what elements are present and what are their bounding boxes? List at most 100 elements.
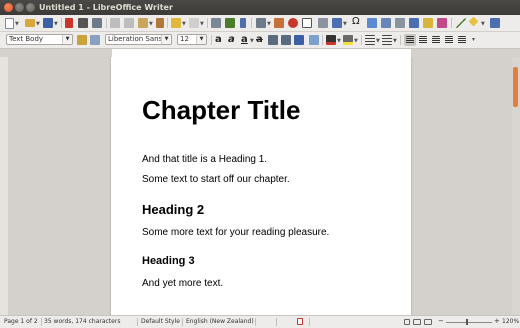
highlighting-icon[interactable] — [343, 35, 353, 45]
endnote-icon[interactable] — [395, 18, 405, 28]
underline-icon[interactable]: a — [241, 34, 248, 45]
superscript-icon[interactable] — [268, 35, 278, 45]
update-style-icon[interactable] — [77, 35, 87, 45]
numbered-list-icon[interactable] — [382, 35, 392, 45]
language[interactable]: English (New Zealand) — [186, 316, 254, 327]
save-icon[interactable] — [43, 18, 53, 28]
paragraph: Some text to start off our chapter. — [142, 174, 290, 185]
zoom-out-icon[interactable]: − — [438, 316, 444, 327]
page-count[interactable]: Page 1 of 2 — [4, 316, 38, 327]
spelling-icon[interactable] — [225, 18, 235, 28]
font-name-combo[interactable]: Liberation Sans ▼ — [105, 34, 172, 45]
insert-textbox-icon[interactable] — [302, 18, 312, 28]
chevron-down-icon[interactable]: ▼ — [161, 35, 171, 44]
chevron-down-icon[interactable]: ▼ — [62, 35, 72, 44]
insert-chart-icon[interactable] — [288, 18, 298, 28]
hyperlink-icon[interactable] — [367, 18, 377, 28]
zoom-slider[interactable] — [446, 322, 492, 323]
strikethrough-icon[interactable]: a — [256, 34, 263, 45]
bullet-dropdown-icon[interactable]: ▼ — [376, 38, 380, 44]
field-dropdown-icon[interactable]: ▼ — [343, 21, 347, 27]
close-window-button[interactable] — [4, 3, 13, 12]
font-size-value: 12 — [180, 35, 189, 43]
basic-shapes-icon[interactable] — [468, 16, 479, 27]
page-break-icon[interactable] — [318, 18, 328, 28]
insert-table-icon[interactable] — [256, 18, 266, 28]
save-dropdown-icon[interactable]: ▼ — [54, 21, 58, 27]
scrollbar-thumb[interactable] — [513, 67, 518, 107]
export-pdf-icon[interactable] — [65, 18, 73, 28]
new-dropdown-icon[interactable]: ▼ — [15, 21, 19, 27]
open-dropdown-icon[interactable]: ▼ — [36, 21, 40, 27]
status-bar: Page 1 of 2 35 words, 174 characters Def… — [0, 315, 520, 328]
chapter-title-heading: Chapter Title — [142, 95, 301, 125]
align-center-icon[interactable] — [419, 36, 427, 44]
clear-formatting-icon[interactable] — [309, 35, 319, 45]
print-icon[interactable] — [78, 18, 88, 28]
comment-icon[interactable] — [423, 18, 433, 28]
clone-formatting-icon[interactable] — [156, 18, 164, 28]
footnote-icon[interactable] — [381, 18, 391, 28]
open-folder-icon[interactable] — [25, 19, 35, 27]
undo-dropdown-icon[interactable]: ▼ — [182, 21, 186, 27]
insert-field-icon[interactable] — [332, 18, 342, 28]
document-modified-icon[interactable] — [297, 318, 303, 325]
zoom-level[interactable]: 120% — [502, 316, 519, 327]
zoom-slider-handle[interactable] — [466, 319, 468, 325]
new-style-icon[interactable] — [90, 35, 100, 45]
draw-functions-icon[interactable] — [490, 18, 500, 28]
paragraph: And that title is a Heading 1. — [142, 154, 268, 165]
paragraph-style-combo[interactable]: Text Body ▼ — [6, 34, 73, 45]
bookmark-icon[interactable] — [409, 18, 419, 28]
paste-icon[interactable] — [138, 18, 148, 28]
track-changes-icon[interactable] — [437, 18, 447, 28]
table-dropdown-icon[interactable]: ▼ — [267, 21, 271, 27]
maximize-window-button[interactable] — [26, 3, 35, 12]
insert-line-icon[interactable] — [456, 18, 466, 28]
formatting-marks-icon[interactable] — [240, 18, 246, 28]
single-page-view-icon[interactable] — [404, 319, 410, 325]
font-size-combo[interactable]: 12 ▼ — [177, 34, 207, 45]
shadow-icon[interactable] — [294, 35, 304, 45]
line-spacing-icon[interactable] — [458, 36, 466, 44]
italic-icon[interactable]: a — [228, 34, 235, 45]
new-document-icon[interactable] — [5, 18, 14, 29]
page-style[interactable]: Default Style — [141, 316, 180, 327]
numbering-dropdown-icon[interactable]: ▼ — [393, 38, 397, 44]
word-count[interactable]: 35 words, 174 characters — [44, 316, 120, 327]
bullet-list-icon[interactable] — [365, 35, 375, 45]
bold-icon[interactable]: a — [215, 34, 222, 45]
chevron-down-icon[interactable]: ▼ — [196, 35, 206, 44]
justify-icon[interactable] — [445, 36, 453, 44]
copy-icon[interactable] — [124, 18, 134, 28]
formatting-toolbar: Text Body ▼ Liberation Sans ▼ 12 ▼ a a a… — [0, 32, 520, 49]
minimize-window-button[interactable] — [15, 3, 24, 12]
undo-icon[interactable] — [171, 18, 181, 28]
redo-icon[interactable] — [189, 18, 199, 28]
paragraph: And yet more text. — [142, 278, 224, 289]
paragraph-style-value: Text Body — [9, 35, 44, 43]
insert-image-icon[interactable] — [274, 18, 284, 28]
highlight-dropdown-icon[interactable]: ▼ — [354, 38, 358, 44]
font-color-dropdown-icon[interactable]: ▼ — [337, 38, 341, 44]
align-right-icon[interactable] — [432, 36, 440, 44]
vertical-scrollbar[interactable] — [512, 57, 520, 315]
cut-icon[interactable] — [110, 18, 120, 28]
special-character-icon[interactable]: Ω — [352, 16, 360, 27]
find-replace-icon[interactable] — [211, 18, 221, 28]
subscript-icon[interactable] — [281, 35, 291, 45]
zoom-in-icon[interactable]: + — [494, 316, 500, 327]
shapes-dropdown-icon[interactable]: ▼ — [481, 21, 485, 27]
redo-dropdown-icon[interactable]: ▼ — [200, 21, 204, 27]
font-name-value: Liberation Sans — [108, 35, 163, 43]
paste-dropdown-icon[interactable]: ▼ — [149, 21, 153, 27]
multi-page-view-icon[interactable] — [413, 319, 421, 325]
print-preview-icon[interactable] — [92, 18, 102, 28]
more-options-icon[interactable]: ▾ — [472, 37, 475, 43]
align-left-lines — [406, 36, 414, 44]
book-view-icon[interactable] — [424, 319, 432, 325]
underline-dropdown-icon[interactable]: ▼ — [250, 38, 254, 44]
document-page[interactable]: Chapter Title And that title is a Headin… — [111, 57, 411, 315]
font-color-icon[interactable] — [326, 35, 336, 45]
document-area: Chapter Title And that title is a Headin… — [8, 57, 512, 315]
